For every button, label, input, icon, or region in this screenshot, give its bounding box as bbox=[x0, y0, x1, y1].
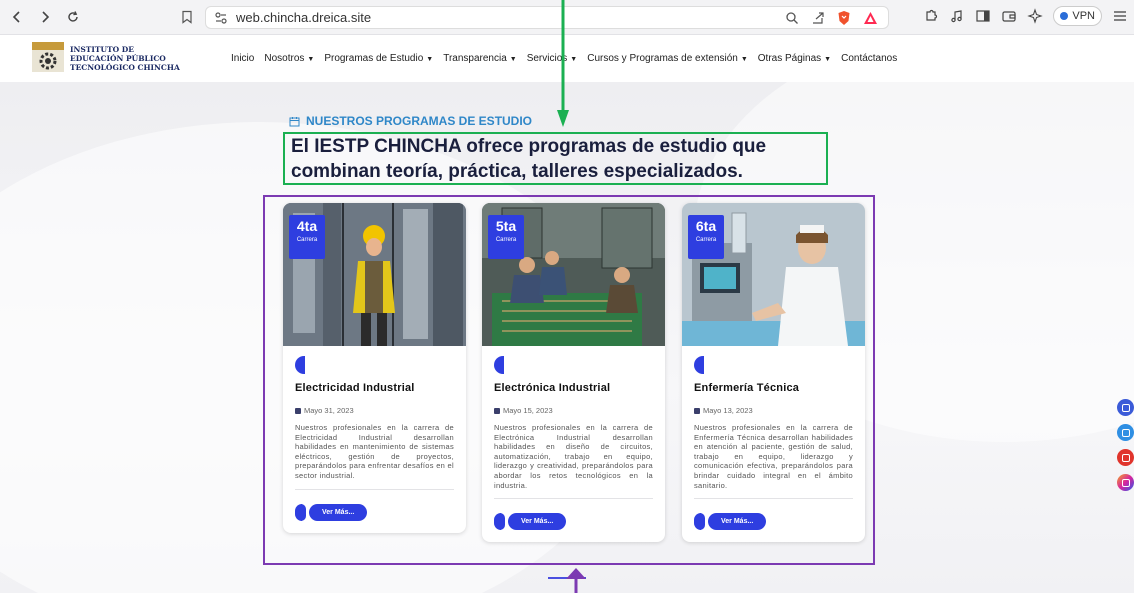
caret-down-icon: ▼ bbox=[570, 56, 578, 63]
zoom-icon[interactable] bbox=[785, 11, 799, 25]
url-text: web.chincha.dreica.site bbox=[236, 10, 372, 25]
ver-mas-button[interactable]: Ver Más... bbox=[309, 503, 368, 521]
button-group: Ver Más... bbox=[295, 503, 466, 521]
program-card: 6ta Carrera Enfermería Técnica Mayo 13, … bbox=[682, 203, 865, 543]
career-badge: 4ta Carrera bbox=[289, 215, 325, 259]
button-tab-icon bbox=[500, 513, 505, 531]
reload-icon[interactable] bbox=[62, 6, 84, 28]
institute-logo-icon[interactable] bbox=[30, 40, 66, 76]
caret-down-icon: ▼ bbox=[307, 56, 315, 63]
badge-label: Carrera bbox=[495, 237, 517, 243]
button-group: Ver Más... bbox=[694, 513, 865, 531]
card-image: 4ta Carrera bbox=[283, 203, 466, 346]
menu-item-contactanos[interactable]: Contáctanos bbox=[841, 53, 897, 64]
caret-down-icon: ▼ bbox=[509, 56, 517, 63]
green-arrow-icon bbox=[557, 0, 569, 127]
caret-down-icon: ▼ bbox=[426, 56, 434, 63]
ver-mas-button[interactable]: Ver Más... bbox=[508, 513, 567, 531]
card-date: Mayo 13, 2023 bbox=[694, 406, 865, 415]
card-date: Mayo 15, 2023 bbox=[494, 406, 665, 415]
vpn-status-icon bbox=[1060, 12, 1069, 20]
brand-line: EDUCACIÓN PÚBLICO bbox=[70, 54, 166, 63]
card-description: Nuestros profesionales en la carrera de … bbox=[694, 423, 853, 490]
card-image: 5ta Carrera bbox=[482, 203, 665, 346]
site-settings-icon[interactable] bbox=[214, 11, 228, 25]
menu-item-servicios[interactable]: Servicios ▼ bbox=[527, 53, 578, 64]
brand-line: TECNOLÓGICO CHINCHA bbox=[70, 63, 180, 72]
brand-name[interactable]: INSTITUTO DE EDUCACIÓN PÚBLICO TECNOLÓGI… bbox=[70, 45, 180, 72]
card-description: Nuestros profesionales en la carrera de … bbox=[295, 423, 454, 480]
leo-ai-icon[interactable] bbox=[1027, 8, 1044, 24]
divider bbox=[494, 498, 653, 500]
career-badge: 6ta Carrera bbox=[688, 215, 724, 259]
vpn-label: VPN bbox=[1072, 10, 1095, 22]
calendar-icon bbox=[494, 407, 500, 414]
card-title[interactable]: Electricidad Industrial bbox=[295, 382, 466, 394]
purple-arrow-icon bbox=[566, 568, 586, 593]
menu-item-otras-paginas[interactable]: Otras Páginas ▼ bbox=[758, 53, 831, 64]
career-badge: 5ta Carrera bbox=[488, 215, 524, 259]
calendar-icon bbox=[694, 407, 700, 414]
program-card: 4ta Carrera Electricidad Industrial Mayo… bbox=[283, 203, 466, 533]
section-kicker: NUESTROS PROGRAMAS DE ESTUDIO bbox=[289, 114, 532, 128]
main-menu: Inicio Nosotros ▼ Programas de Estudio ▼ T… bbox=[231, 53, 907, 64]
menu-item-cursos[interactable]: Cursos y Programas de extensión ▼ bbox=[587, 53, 748, 64]
bookmark-icon[interactable] bbox=[180, 10, 194, 24]
badge-number: 4ta bbox=[296, 218, 318, 234]
accent-shape-icon bbox=[494, 356, 504, 374]
badge-label: Carrera bbox=[695, 237, 717, 243]
badge-number: 5ta bbox=[495, 218, 517, 234]
menu-item-transparencia[interactable]: Transparencia ▼ bbox=[443, 53, 517, 64]
menu-item-programas[interactable]: Programas de Estudio ▼ bbox=[324, 53, 433, 64]
menu-item-nosotros[interactable]: Nosotros ▼ bbox=[264, 53, 314, 64]
forward-icon[interactable] bbox=[34, 6, 56, 28]
caret-down-icon: ▼ bbox=[824, 56, 832, 63]
badge-number: 6ta bbox=[695, 218, 717, 234]
kicker-text: NUESTROS PROGRAMAS DE ESTUDIO bbox=[306, 114, 533, 128]
accent-shape-icon bbox=[295, 356, 305, 374]
ver-mas-button[interactable]: Ver Más... bbox=[708, 513, 767, 531]
headline-line: El IESTP CHINCHA ofrece programas de est… bbox=[291, 136, 767, 157]
brave-rewards-icon[interactable] bbox=[863, 11, 878, 25]
hamburger-menu-icon[interactable] bbox=[1112, 8, 1128, 24]
button-tab-icon bbox=[301, 503, 306, 521]
share-icon[interactable] bbox=[811, 11, 825, 25]
headline-line: combinan teoría, práctica, talleres espe… bbox=[291, 161, 743, 182]
music-icon[interactable] bbox=[949, 8, 965, 24]
address-bar[interactable]: web.chincha.dreica.site bbox=[205, 6, 889, 29]
caret-down-icon: ▼ bbox=[740, 56, 748, 63]
toolbar-right: VPN bbox=[923, 6, 1128, 26]
calendar-icon bbox=[295, 407, 301, 414]
twitter-icon[interactable] bbox=[1117, 424, 1134, 441]
button-group: Ver Más... bbox=[494, 513, 665, 531]
accent-shape-icon bbox=[694, 356, 704, 374]
section-headline: El IESTP CHINCHA ofrece programas de est… bbox=[283, 132, 828, 185]
youtube-icon[interactable] bbox=[1117, 449, 1134, 466]
facebook-icon[interactable] bbox=[1117, 399, 1134, 416]
calendar-icon bbox=[289, 116, 300, 126]
card-image: 6ta Carrera bbox=[682, 203, 865, 346]
badge-label: Carrera bbox=[296, 237, 318, 243]
divider bbox=[694, 498, 853, 500]
brand-line: INSTITUTO DE bbox=[70, 45, 134, 54]
sidebar-icon[interactable] bbox=[975, 8, 991, 24]
program-card: 5ta Carrera Electrónica Industrial Mayo … bbox=[482, 203, 665, 543]
card-title[interactable]: Electrónica Industrial bbox=[494, 382, 665, 394]
instagram-icon[interactable] bbox=[1117, 474, 1134, 491]
brave-shield-icon[interactable] bbox=[837, 10, 851, 26]
extensions-icon[interactable] bbox=[923, 8, 939, 24]
card-description: Nuestros profesionales en la carrera de … bbox=[494, 423, 653, 490]
button-tab-icon bbox=[700, 513, 705, 531]
wallet-icon[interactable] bbox=[1001, 8, 1017, 24]
vpn-button[interactable]: VPN bbox=[1053, 6, 1102, 26]
card-date: Mayo 31, 2023 bbox=[295, 406, 466, 415]
divider bbox=[295, 488, 454, 490]
back-icon[interactable] bbox=[6, 6, 28, 28]
menu-item-inicio[interactable]: Inicio bbox=[231, 53, 254, 64]
card-title[interactable]: Enfermería Técnica bbox=[694, 382, 865, 394]
